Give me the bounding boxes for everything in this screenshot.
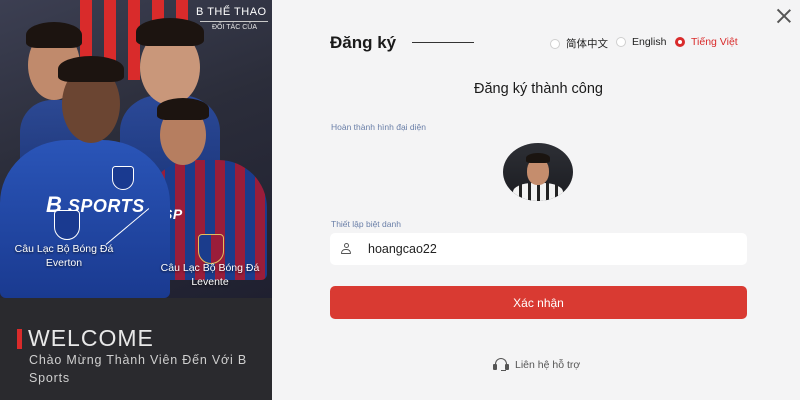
radio-icon[interactable] xyxy=(616,37,626,47)
club-label-everton: Câu Lạc Bộ Bóng Đá Everton xyxy=(14,243,114,269)
radio-checked-icon[interactable] xyxy=(675,37,685,47)
everton-badge-icon xyxy=(112,166,134,190)
welcome-subtitle: Chào Mừng Thành Viên Đến Với B Sports xyxy=(29,353,247,385)
club-label-levante: Câu Lạc Bộ Bóng Đá Levente xyxy=(160,262,260,288)
nickname-label: Thiết lập biệt danh xyxy=(331,219,401,229)
language-option-zh[interactable]: 简体中文 xyxy=(550,36,608,51)
player-hair xyxy=(58,56,124,82)
user-icon xyxy=(341,243,351,254)
radio-icon[interactable] xyxy=(550,38,560,49)
promo-panel: B SP B SPORTS Câu Lạc Bộ Bóng Đá Everton… xyxy=(0,0,272,400)
player-hair xyxy=(136,18,204,46)
player-hair xyxy=(157,98,209,120)
brand-divider xyxy=(200,21,268,22)
player-hair xyxy=(26,22,82,48)
support-label: Liên hệ hỗ trợ xyxy=(515,359,581,371)
form-title: Đăng ký xyxy=(330,33,397,52)
welcome-title: WELCOME xyxy=(28,325,154,351)
language-label: English xyxy=(632,36,667,48)
title-underline xyxy=(412,42,474,43)
close-icon[interactable] xyxy=(776,8,792,24)
brand-partner-label: ĐỐI TÁC CỦA xyxy=(212,24,257,31)
language-label: Tiếng Việt xyxy=(691,36,738,48)
support-link[interactable]: Liên hệ hỗ trợ xyxy=(493,358,580,372)
promo-banner-image: B SP B SPORTS Câu Lạc Bộ Bóng Đá Everton… xyxy=(0,0,272,298)
brand-title: B THỂ THAO xyxy=(196,6,267,18)
headset-icon xyxy=(493,358,509,372)
success-message: Đăng ký thành công xyxy=(474,81,603,97)
avatar-label: Hoàn thành hình đại diện xyxy=(331,122,426,132)
confirm-button[interactable]: Xác nhận xyxy=(330,286,747,319)
nickname-input[interactable] xyxy=(368,233,738,265)
levante-crest-icon xyxy=(198,234,224,264)
language-option-vi[interactable]: Tiếng Việt xyxy=(675,36,738,48)
avatar[interactable] xyxy=(503,143,573,201)
avatar-shirt xyxy=(513,183,563,201)
player-jersey xyxy=(0,140,170,298)
welcome-accent-bar xyxy=(17,329,22,349)
language-option-en[interactable]: English xyxy=(616,36,666,48)
nickname-field[interactable] xyxy=(330,233,747,265)
everton-crest-icon xyxy=(54,210,80,240)
language-label: 简体中文 xyxy=(566,38,608,50)
avatar-hair xyxy=(526,153,550,163)
